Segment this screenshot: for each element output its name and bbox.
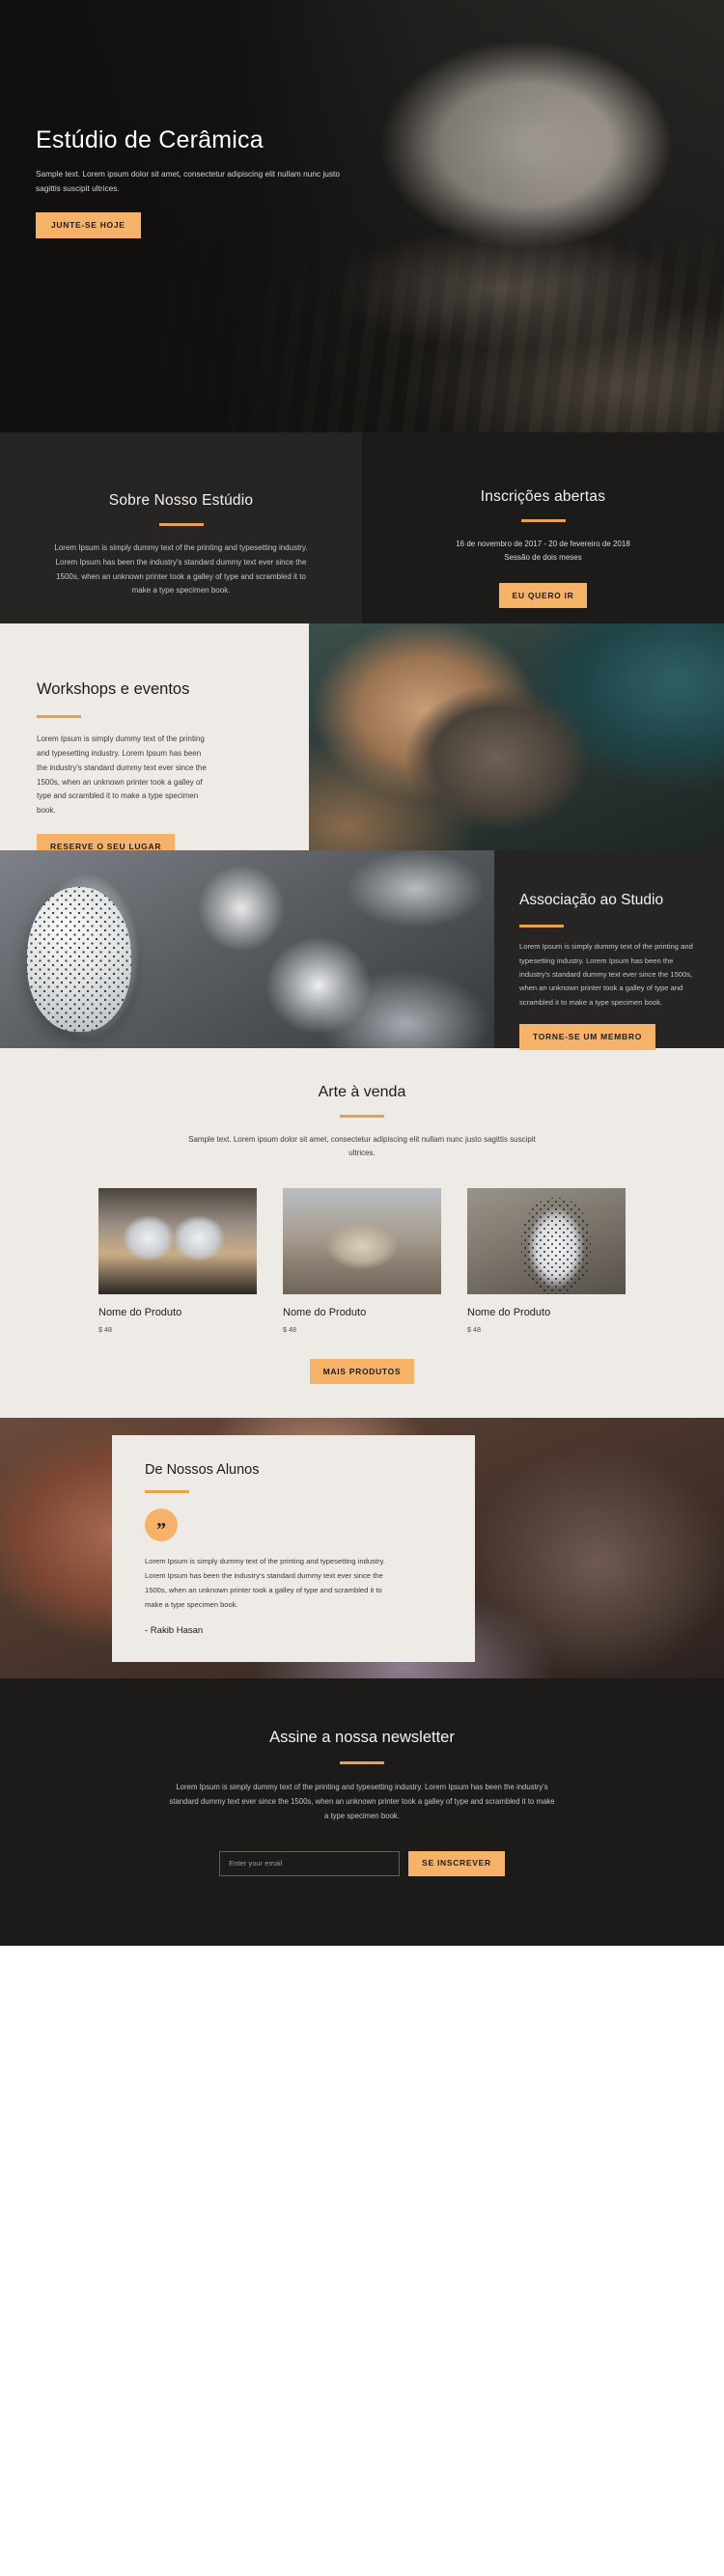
- about-enrollment-section: Sobre Nosso Estúdio Lorem Ipsum is simpl…: [0, 432, 724, 623]
- product-image: [283, 1187, 441, 1294]
- testimonial-card: De Nossos Alunos ” Lorem Ipsum is simply…: [112, 1435, 475, 1663]
- divider-rule: [145, 1490, 189, 1494]
- about-body: Lorem Ipsum is simply dummy text of the …: [54, 543, 308, 596]
- enrollment-session: Sessão de dois meses: [504, 553, 582, 563]
- product-name: Nome do Produto: [98, 1306, 182, 1318]
- newsletter-form: SE INSCREVER: [0, 1850, 724, 1876]
- workshops-section: Workshops e eventos Lorem Ipsum is simpl…: [0, 623, 724, 860]
- product-grid: Nome do Produto $ 48 Nome do Produto $ 4…: [0, 1187, 724, 1334]
- workshops-image: [309, 623, 724, 850]
- shop-cta-wrap: MAIS PRODUTOS: [0, 1358, 724, 1385]
- hero-section: Estúdio de Cerâmica Sample text. Lorem i…: [0, 0, 724, 432]
- product-price: $ 48: [98, 1324, 112, 1334]
- more-products-button[interactable]: MAIS PRODUTOS: [309, 1358, 415, 1385]
- product-name: Nome do Produto: [283, 1306, 367, 1318]
- about-title: Sobre Nosso Estúdio: [108, 492, 254, 509]
- product-image: [467, 1187, 626, 1294]
- testimonial-body: Lorem Ipsum is simply dummy text of the …: [145, 1557, 385, 1609]
- workshops-title: Workshops e eventos: [37, 680, 190, 698]
- shop-title: Arte à venda: [318, 1084, 406, 1100]
- product-card[interactable]: Nome do Produto $ 48: [467, 1187, 626, 1334]
- enrollment-panel: Inscrições abertas 16 de novembro de 201…: [362, 432, 724, 623]
- divider-rule: [340, 1761, 384, 1765]
- quote-icon: ”: [145, 1509, 178, 1542]
- subscribe-button[interactable]: SE INSCREVER: [408, 1850, 505, 1876]
- newsletter-title: Assine a nossa newsletter: [269, 1729, 455, 1747]
- product-price: $ 48: [467, 1324, 481, 1334]
- membership-content: Associação ao Studio Lorem Ipsum is simp…: [494, 850, 724, 1050]
- product-card[interactable]: Nome do Produto $ 48: [98, 1187, 257, 1334]
- hero-content: Estúdio de Cerâmica Sample text. Lorem i…: [0, 0, 415, 238]
- testimonial-author: - Rakib Hasan: [145, 1625, 204, 1637]
- product-price: $ 48: [283, 1324, 296, 1334]
- newsletter-section: Assine a nossa newsletter Lorem Ipsum is…: [0, 1678, 724, 1946]
- enrollment-cta-button[interactable]: EU QUERO IR: [498, 582, 588, 609]
- shop-lede: Sample text. Lorem ipsum dolor sit amet,…: [188, 1135, 536, 1158]
- hero-subtitle: Sample text. Lorem ipsum dolor sit amet,…: [36, 169, 340, 193]
- product-card[interactable]: Nome do Produto $ 48: [283, 1187, 441, 1334]
- join-today-button[interactable]: JUNTE-SE HOJE: [36, 212, 141, 238]
- membership-body: Lorem Ipsum is simply dummy text of the …: [519, 942, 693, 1007]
- email-input[interactable]: [219, 1850, 401, 1876]
- divider-rule: [520, 519, 566, 522]
- divider-rule: [519, 925, 564, 928]
- divider-rule: [340, 1115, 384, 1118]
- newsletter-body: Lorem Ipsum is simply dummy text of the …: [169, 1783, 555, 1820]
- workshops-content: Workshops e eventos Lorem Ipsum is simpl…: [0, 623, 309, 860]
- product-name: Nome do Produto: [467, 1306, 551, 1318]
- product-image: [98, 1187, 257, 1294]
- become-member-button[interactable]: TORNE-SE UM MEMBRO: [519, 1024, 656, 1050]
- enrollment-dates: 16 de novembro de 2017 - 20 de fevereiro…: [456, 540, 630, 548]
- page-title: Estúdio de Cerâmica: [36, 126, 264, 153]
- enrollment-title: Inscrições abertas: [480, 488, 606, 505]
- divider-rule: [158, 523, 204, 526]
- shop-section: Arte à venda Sample text. Lorem ipsum do…: [0, 1048, 724, 1419]
- membership-title: Associação ao Studio: [519, 892, 664, 908]
- membership-section: Associação ao Studio Lorem Ipsum is simp…: [0, 850, 724, 1050]
- divider-rule: [37, 715, 81, 719]
- testimonial-section: De Nossos Alunos ” Lorem Ipsum is simply…: [0, 1418, 724, 1679]
- about-panel: Sobre Nosso Estúdio Lorem Ipsum is simpl…: [0, 432, 362, 623]
- membership-image: [0, 850, 494, 1048]
- workshops-body: Lorem Ipsum is simply dummy text of the …: [37, 734, 207, 816]
- testimonial-title: De Nossos Alunos: [145, 1462, 260, 1479]
